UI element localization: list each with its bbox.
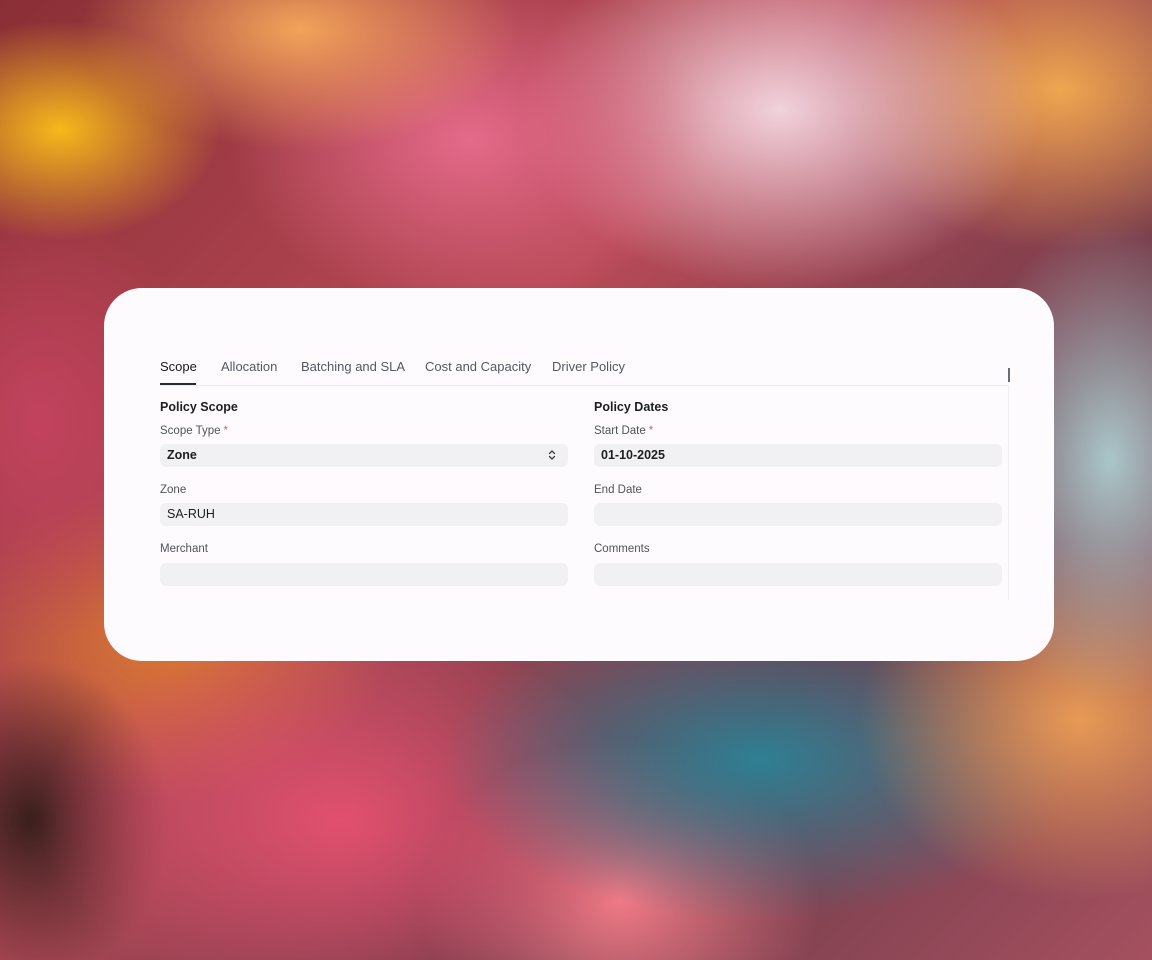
start-date-label: Start Date * bbox=[594, 425, 653, 437]
start-date-label-text: Start Date bbox=[594, 425, 646, 437]
tab-cost-and-capacity[interactable]: Cost and Capacity bbox=[425, 359, 531, 374]
required-marker: * bbox=[223, 425, 229, 437]
merchant-label: Merchant bbox=[160, 543, 208, 555]
tab-allocation[interactable]: Allocation bbox=[221, 359, 277, 374]
required-marker: * bbox=[648, 425, 654, 437]
tab-bar: Scope Allocation Batching and SLA Cost a… bbox=[160, 348, 1008, 386]
scope-type-value: Zone bbox=[167, 448, 197, 462]
scope-type-select[interactable]: Zone bbox=[160, 444, 568, 467]
zone-label: Zone bbox=[160, 484, 187, 496]
merchant-field[interactable] bbox=[160, 563, 568, 586]
comments-field[interactable] bbox=[594, 563, 1002, 586]
scrollbar-track[interactable] bbox=[1008, 385, 1009, 600]
chevron-up-down-icon bbox=[548, 450, 556, 460]
policy-dates-heading: Policy Dates bbox=[594, 400, 669, 414]
tab-batching-and-sla[interactable]: Batching and SLA bbox=[301, 359, 405, 374]
scope-type-label-text: Scope Type bbox=[160, 425, 221, 437]
tab-driver-policy[interactable]: Driver Policy bbox=[552, 359, 625, 374]
policy-scope-heading: Policy Scope bbox=[160, 400, 238, 414]
comments-label: Comments bbox=[594, 543, 650, 555]
end-date-label: End Date bbox=[594, 484, 642, 496]
scope-type-label: Scope Type * bbox=[160, 425, 228, 437]
end-date-field[interactable] bbox=[594, 503, 1002, 526]
policy-form-card: Scope Allocation Batching and SLA Cost a… bbox=[104, 288, 1054, 661]
scrollbar-thumb[interactable] bbox=[1008, 368, 1010, 382]
tab-scope[interactable]: Scope bbox=[160, 359, 197, 374]
active-tab-indicator bbox=[160, 383, 196, 385]
zone-field[interactable]: SA-RUH bbox=[160, 503, 568, 526]
start-date-field[interactable]: 01-10-2025 bbox=[594, 444, 1002, 467]
